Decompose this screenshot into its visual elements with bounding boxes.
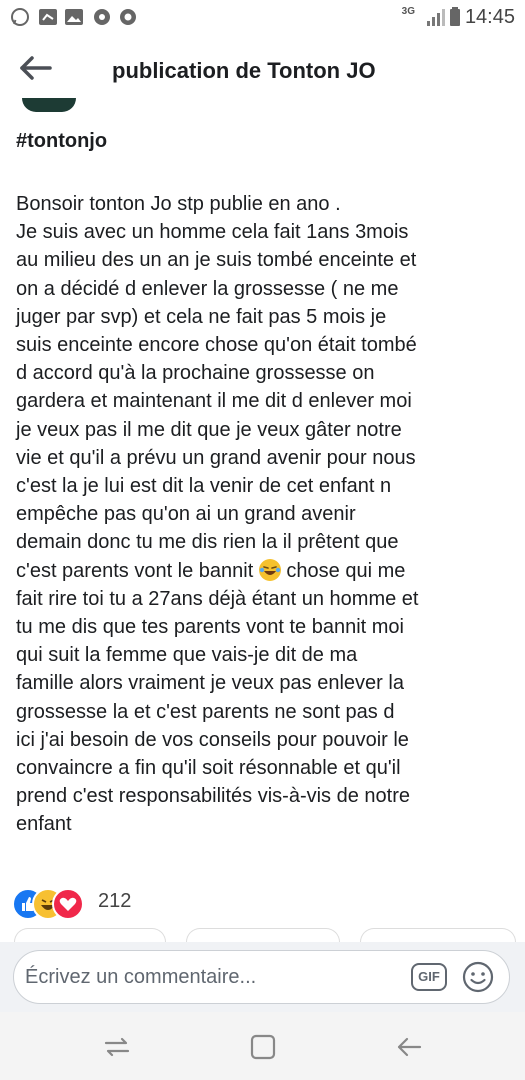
status-bar: 3G 14:45 — [0, 0, 525, 36]
post-text-part2: chose qui me fait rire toi tu a 27ans dé… — [16, 559, 419, 836]
app-header: publication de Tonton JO — [0, 36, 525, 102]
comment-placeholder: Écrivez un commentaire... — [25, 966, 257, 988]
post-hashtag[interactable]: #tontonjo — [16, 130, 107, 153]
gif-button[interactable]: GIF — [411, 963, 447, 991]
recent-apps-icon[interactable] — [100, 1030, 134, 1064]
back-nav-icon[interactable] — [392, 1030, 426, 1064]
home-icon[interactable] — [246, 1030, 280, 1064]
system-nav-bar — [0, 1012, 525, 1080]
avatar[interactable] — [22, 98, 76, 112]
battery-icon — [450, 7, 460, 26]
post-text-part1: Bonsoir tonton Jo stp publie en ano . Je… — [16, 193, 417, 582]
reaction-count: 212 — [98, 890, 132, 912]
whatsapp-icon — [11, 8, 29, 26]
comment-bar: Écrivez un commentaire... GIF — [0, 942, 525, 1012]
page-title: publication de Tonton JO — [112, 58, 376, 83]
post-text: Bonsoir tonton Jo stp publie en ano . Je… — [16, 190, 516, 839]
laughing-tears-emoji-icon — [258, 558, 281, 581]
app-icon — [94, 9, 110, 25]
record-icon — [120, 9, 136, 25]
love-icon — [52, 888, 84, 920]
clock: 14:45 — [464, 6, 515, 28]
emoji-picker-icon[interactable] — [462, 961, 494, 993]
network-type: 3G — [401, 6, 415, 17]
image-icon — [65, 9, 83, 25]
signal-icon — [427, 9, 445, 26]
comment-input[interactable]: Écrivez un commentaire... GIF — [13, 950, 510, 1004]
message-icon — [39, 9, 57, 25]
back-arrow-icon[interactable] — [16, 50, 56, 86]
